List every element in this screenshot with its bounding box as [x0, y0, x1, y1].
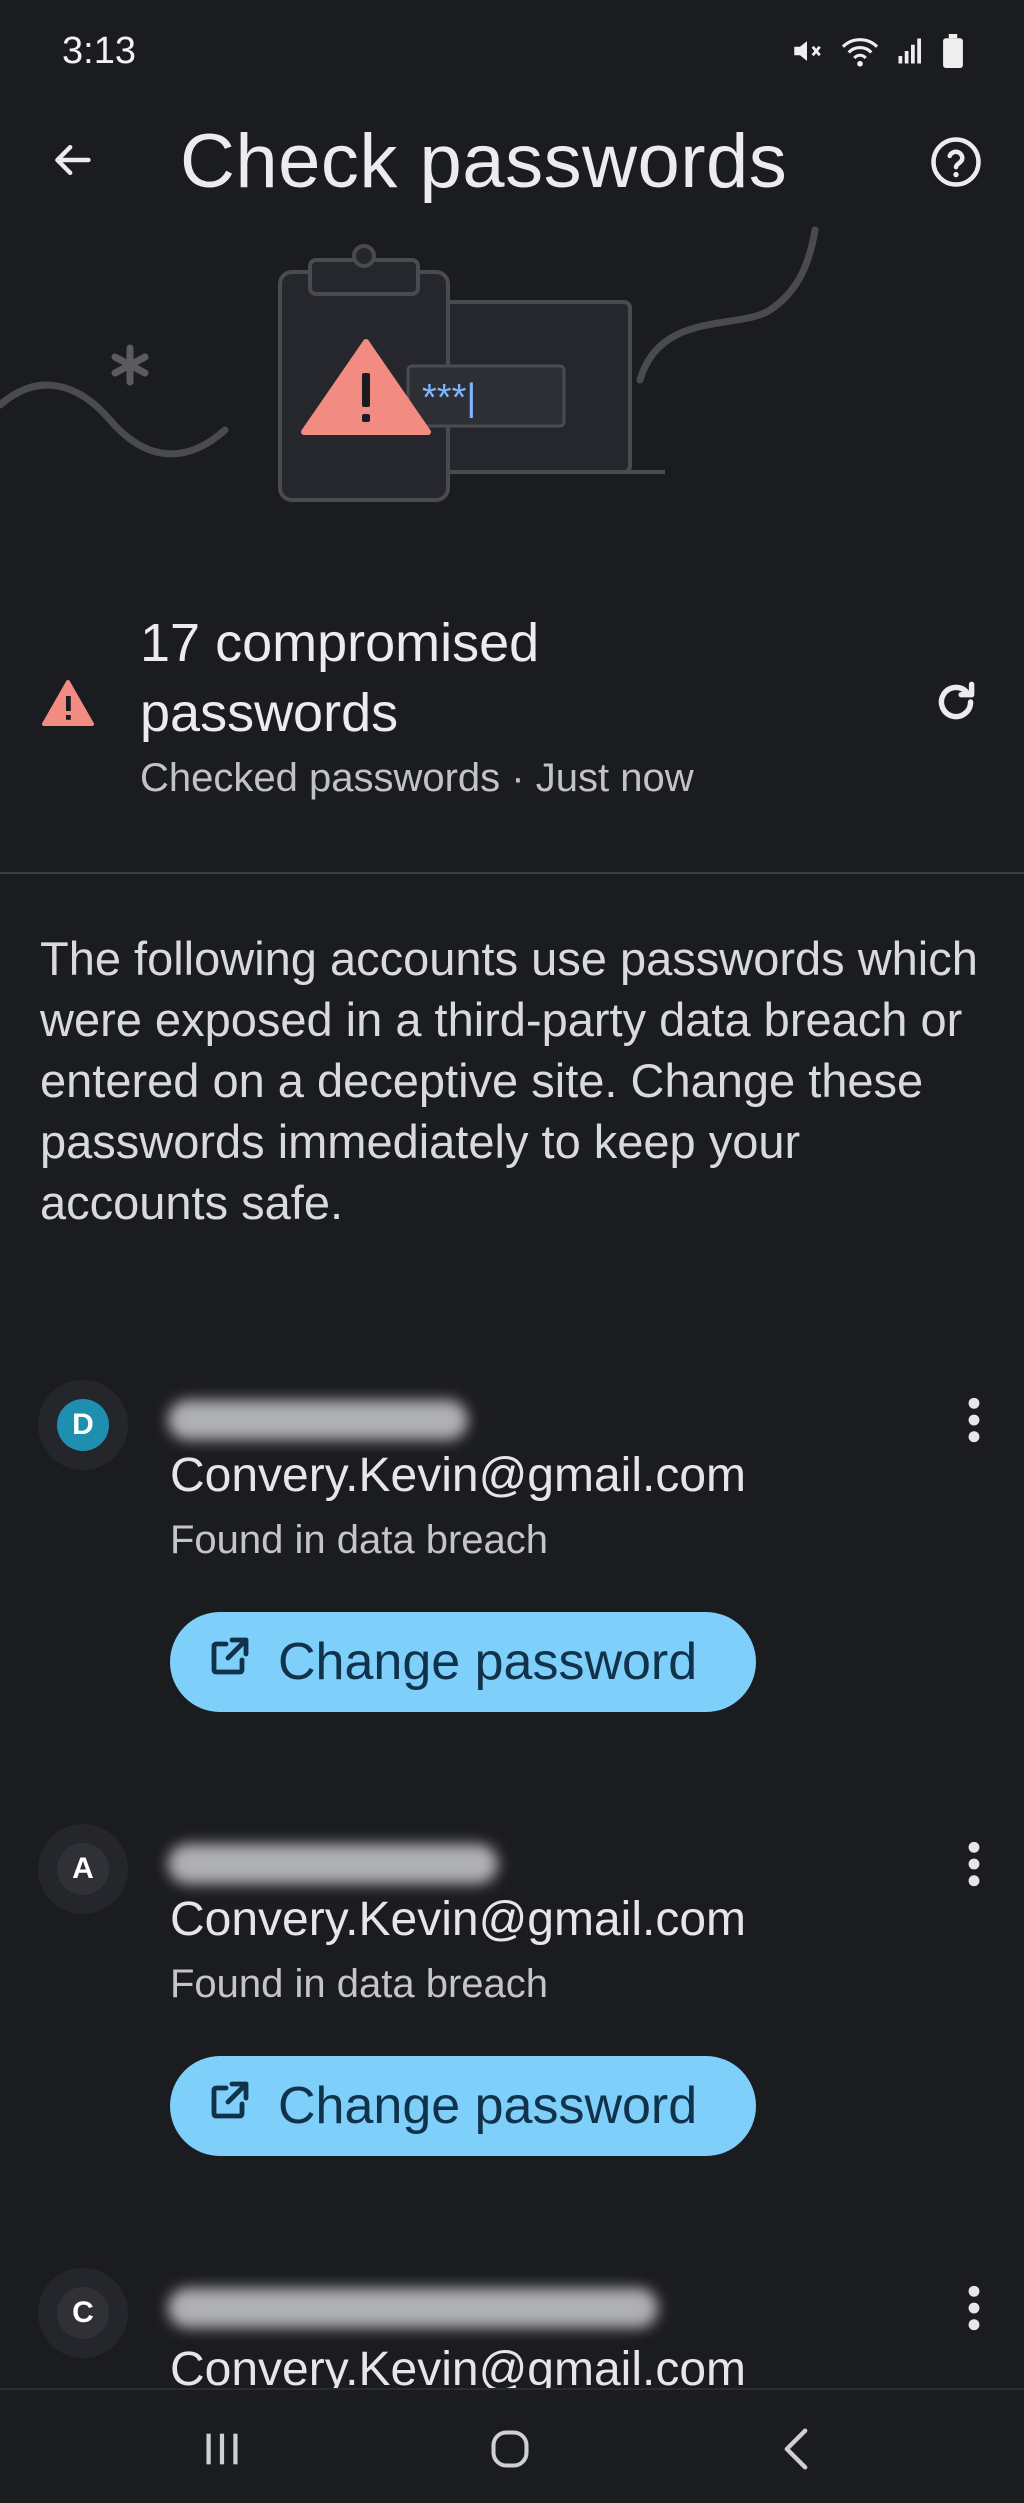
battery-icon: [942, 34, 964, 68]
more-options-icon[interactable]: [948, 2268, 1000, 2348]
avatar: A: [38, 1824, 128, 1914]
account-email: Convery.Kevin@gmail.com: [170, 1449, 747, 1502]
page-title: Check passwords: [180, 119, 788, 204]
avatar-letter: A: [57, 1843, 109, 1895]
more-options-icon[interactable]: [948, 1824, 1000, 1904]
avatar-letter: C: [57, 2287, 109, 2339]
wifi-icon: [840, 34, 880, 68]
back-arrow-icon[interactable]: [40, 128, 104, 192]
account-email: Convery.Kevin@gmail.com: [170, 2343, 747, 2388]
compromised-account-item: D Convery.Kevin@gmail.com Found in data …: [0, 1380, 1024, 1820]
compromised-account-item: C Convery.Kevin@gmail.com: [0, 2268, 1024, 2388]
refresh-icon[interactable]: [924, 670, 988, 734]
svg-text:***|: ***|: [422, 377, 476, 419]
compromised-count-title: 17 compromised passwords: [140, 613, 540, 743]
compromised-summary: 17 compromised passwords Checked passwor…: [0, 598, 1024, 874]
status-icons: [790, 34, 964, 68]
app-bar: Check passwords: [0, 110, 1024, 210]
back-nav-icon[interactable]: [756, 2414, 836, 2484]
compromised-password-illustration: ***|: [0, 220, 1024, 520]
more-options-icon[interactable]: [948, 1380, 1000, 1460]
asterisk-decoration: [111, 344, 149, 386]
warning-icon: [40, 678, 96, 733]
breach-status: Found in data breach: [170, 1518, 549, 1562]
home-icon[interactable]: [470, 2414, 550, 2484]
change-password-button[interactable]: Change password: [170, 2056, 756, 2156]
change-password-button[interactable]: Change password: [170, 1612, 756, 1712]
avatar-letter: D: [57, 1399, 109, 1451]
site-name-redacted: [168, 1400, 468, 1440]
last-checked-text: Checked passwords · Just now: [140, 756, 694, 800]
status-bar: 3:13: [0, 0, 1024, 110]
avatar: D: [38, 1380, 128, 1470]
mute-icon: [790, 34, 824, 68]
compromised-account-item: A Convery.Kevin@gmail.com Found in data …: [0, 1824, 1024, 2264]
change-password-label: Change password: [278, 2077, 698, 2135]
recent-apps-icon[interactable]: [182, 2414, 262, 2484]
change-password-label: Change password: [278, 1633, 698, 1691]
open-external-icon: [206, 2076, 254, 2137]
avatar: C: [38, 2268, 128, 2358]
system-nav-bar: [0, 2388, 1024, 2503]
account-email: Convery.Kevin@gmail.com: [170, 1893, 747, 1946]
check-passwords-screen: 3:13 Check passwords ***| 17 compromised…: [0, 0, 1024, 2503]
breach-status: Found in data breach: [170, 1962, 549, 2006]
status-time: 3:13: [62, 30, 136, 72]
signal-icon: [896, 36, 926, 66]
open-external-icon: [206, 1632, 254, 1693]
site-name-redacted: [168, 1844, 498, 1884]
help-icon[interactable]: [924, 130, 988, 194]
breach-description: The following accounts use passwords whi…: [40, 932, 978, 1229]
site-name-redacted: [168, 2288, 658, 2328]
